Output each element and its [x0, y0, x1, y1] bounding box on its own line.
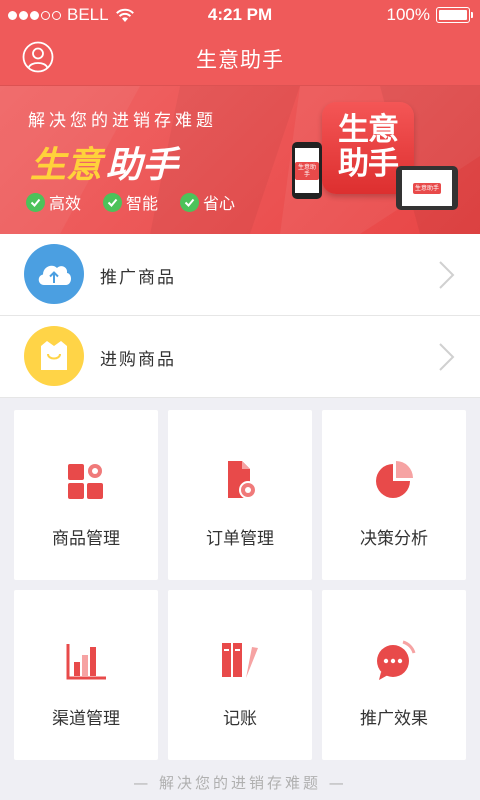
check-icon — [180, 192, 200, 212]
tile-order-management[interactable]: 订单管理 — [168, 410, 312, 580]
logo-line-1: 生意 — [338, 112, 399, 148]
cloud-upload-icon — [24, 244, 84, 304]
shopping-bag-icon — [24, 326, 84, 386]
check-icon — [26, 192, 45, 212]
battery-percent: 100% — [386, 5, 430, 24]
banner-headline: 生意 助手 — [30, 136, 178, 188]
feature-label: 高效 — [49, 194, 82, 213]
pie-chart-icon — [376, 461, 413, 498]
feature-item: 高效 — [26, 190, 81, 214]
tile-label: 订单管理 — [206, 529, 274, 549]
order-manage-icon — [228, 461, 257, 499]
feature-grid: 商品管理 订单管理 决策分析 渠道管理 记账 推广效果 — [14, 410, 466, 760]
promo-banner[interactable]: 解决您的进销存难题 生意 助手 高效 智能 省心 生意 助手 生意助手 生意助手 — [0, 86, 480, 234]
tile-label: 渠道管理 — [52, 709, 120, 729]
tile-label: 商品管理 — [52, 529, 120, 549]
tile-decision-analysis[interactable]: 决策分析 — [322, 410, 466, 580]
status-bar: BELL 4:21 PM 100% — [0, 0, 480, 30]
page-title: 生意助手 — [196, 48, 284, 72]
tile-product-management[interactable]: 商品管理 — [14, 410, 158, 580]
action-list: 推广商品 进购商品 — [0, 234, 480, 398]
banner-slogan: 解决您的进销存难题 — [28, 111, 217, 131]
nav-bar: 生意助手 — [0, 30, 480, 86]
battery-fill — [439, 10, 467, 20]
battery-icon — [436, 7, 473, 23]
phone-illustration: 生意助手 — [292, 142, 322, 199]
banner-features: 高效 智能 省心 — [26, 190, 235, 214]
feature-label: 智能 — [126, 194, 159, 213]
tile-channel-management[interactable]: 渠道管理 — [14, 590, 158, 760]
tile-label: 决策分析 — [360, 529, 428, 549]
footer-slogan: — 解决您的进销存难题 — — [133, 774, 347, 792]
list-item-label: 进购商品 — [100, 350, 176, 370]
status-right: 100% — [386, 5, 473, 25]
chevron-right-icon — [439, 261, 455, 289]
check-icon — [103, 192, 123, 212]
mini-logo: 生意助手 — [412, 182, 441, 194]
chevron-right-icon — [439, 343, 455, 371]
list-item-promote-products[interactable]: 推广商品 — [0, 234, 480, 316]
chat-bubble-icon — [377, 640, 416, 680]
mini-logo: 生意助手 — [295, 161, 319, 180]
list-item-purchase-products[interactable]: 进购商品 — [0, 316, 480, 398]
tile-label: 推广效果 — [360, 709, 428, 729]
ledger-icon — [222, 643, 258, 678]
headline-part-b: 助手 — [106, 145, 179, 186]
feature-item: 省心 — [180, 190, 235, 214]
feature-item: 智能 — [103, 190, 158, 214]
bar-chart-icon — [66, 644, 106, 680]
product-manage-icon — [68, 464, 103, 499]
tablet-illustration: 生意助手 — [396, 166, 458, 210]
feature-label: 省心 — [203, 194, 236, 213]
tile-promotion-results[interactable]: 推广效果 — [322, 590, 466, 760]
headline-part-a: 生意 — [30, 145, 103, 186]
tile-label: 记账 — [223, 709, 257, 729]
list-item-label: 推广商品 — [100, 268, 176, 288]
tile-bookkeeping[interactable]: 记账 — [168, 590, 312, 760]
